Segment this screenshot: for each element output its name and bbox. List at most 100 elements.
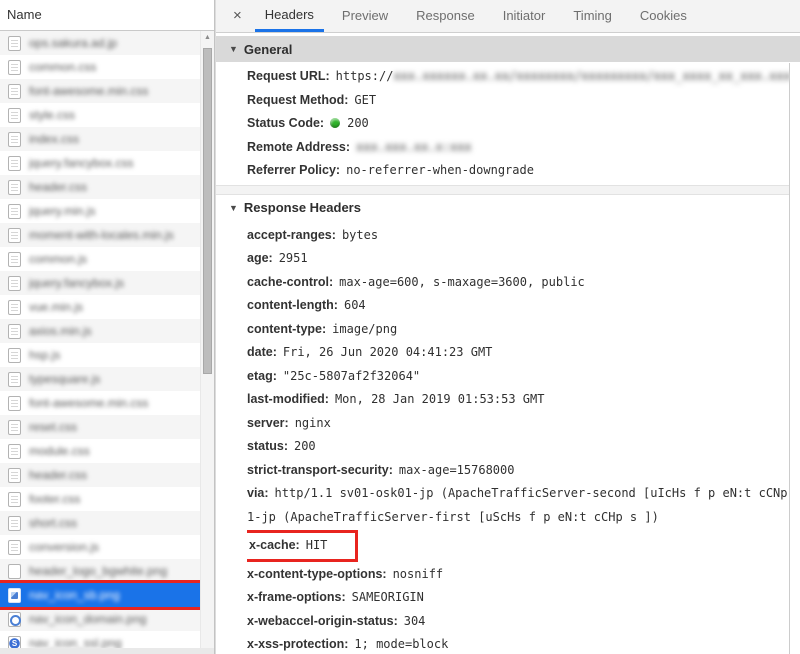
- header-field-etag: etag: "25c-5807af2f32064": [247, 365, 800, 389]
- network-request-row[interactable]: module.css: [0, 439, 200, 463]
- file-name: hsp.js: [29, 348, 60, 362]
- network-request-row[interactable]: hsp.js: [0, 343, 200, 367]
- sidebar-bottom-scroll-track[interactable]: [0, 648, 214, 654]
- network-request-row[interactable]: header.css: [0, 463, 200, 487]
- chevron-down-icon: ▼: [229, 44, 238, 54]
- header-name: via:: [247, 486, 269, 500]
- network-request-row[interactable]: common.js: [0, 247, 200, 271]
- redacted-value: xxx.xxx.xx.x:xxx: [356, 140, 472, 154]
- network-request-row[interactable]: index.css: [0, 127, 200, 151]
- tab-response[interactable]: Response: [406, 0, 485, 32]
- header-value: "25c-5807af2f32064": [283, 369, 420, 383]
- file-name: common.css: [29, 60, 96, 74]
- network-request-row[interactable]: short.css: [0, 511, 200, 535]
- network-request-row[interactable]: font-awesome.min.css: [0, 391, 200, 415]
- document-icon: [8, 252, 21, 267]
- document-icon: [8, 468, 21, 483]
- network-request-row[interactable]: typesquare.js: [0, 367, 200, 391]
- header-field-x-xss-protection: x-xss-protection:1; mode=block: [247, 633, 800, 654]
- network-request-row[interactable]: jquery.min.js: [0, 199, 200, 223]
- header-name: date:: [247, 345, 277, 359]
- response-headers-section-title: Response Headers: [244, 200, 361, 215]
- chevron-down-icon: ▼: [229, 203, 238, 213]
- header-name: etag:: [247, 369, 277, 383]
- file-name: jquery.min.js: [29, 204, 95, 218]
- image-thumbnail-icon: [8, 588, 21, 603]
- network-request-row[interactable]: font-awesome.min.css: [0, 79, 200, 103]
- file-name: header.css: [29, 468, 87, 482]
- general-section-header[interactable]: ▼ General: [216, 36, 800, 62]
- document-icon: [8, 228, 21, 243]
- header-field-content-length: content-length:604: [247, 294, 800, 318]
- close-icon[interactable]: ×: [224, 0, 251, 32]
- header-name: accept-ranges:: [247, 228, 336, 242]
- name-column-header[interactable]: Name: [0, 0, 214, 31]
- network-request-row[interactable]: vue.min.js: [0, 295, 200, 319]
- header-field-server: server:nginx: [247, 412, 800, 436]
- file-name: nav_icon_domain.png: [29, 612, 146, 626]
- network-request-row[interactable]: style.css: [0, 103, 200, 127]
- network-request-list: Name ops.sakura.ad.jp common.css font-awes…: [0, 0, 215, 654]
- file-name: header_logo_bgwhite.png: [29, 564, 167, 578]
- header-field-cache-control: cache-control:max-age=600, s-maxage=3600…: [247, 271, 800, 295]
- document-icon: [8, 348, 21, 363]
- tab-headers[interactable]: Headers: [255, 0, 324, 32]
- header-value: Fri, 26 Jun 2020 04:41:23 GMT: [283, 345, 493, 359]
- file-name: moment-with-locales.min.js: [29, 228, 174, 242]
- header-name: Request URL:: [247, 69, 330, 83]
- file-name: font-awesome.min.css: [29, 396, 148, 410]
- scroll-up-icon[interactable]: ▲: [201, 31, 214, 45]
- header-value: HIT: [306, 538, 328, 552]
- network-request-row[interactable]: nav_icon_domain.png: [0, 607, 200, 631]
- header-field-status: status:200: [247, 435, 800, 459]
- file-name: common.js: [29, 252, 87, 266]
- scrollbar-thumb[interactable]: [203, 48, 212, 374]
- header-value: GET: [354, 93, 376, 107]
- header-field-via: via:http/1.1 sv01-osk01-jp (ApacheTraffi…: [247, 482, 800, 529]
- file-name: typesquare.js: [29, 372, 100, 386]
- document-icon: [8, 180, 21, 195]
- sidebar-scrollbar[interactable]: ▲: [200, 31, 214, 648]
- network-request-row[interactable]: reset.css: [0, 415, 200, 439]
- tab-preview[interactable]: Preview: [332, 0, 398, 32]
- response-headers-section-header[interactable]: ▼ Response Headers: [216, 195, 800, 221]
- header-field-content-type: content-type:image/png: [247, 318, 800, 342]
- file-name: short.css: [29, 516, 77, 530]
- tab-initiator[interactable]: Initiator: [493, 0, 556, 32]
- network-request-row[interactable]: axios.min.js: [0, 319, 200, 343]
- header-field-strict-transport-security: strict-transport-security:max-age=157680…: [247, 459, 800, 483]
- network-request-row[interactable]: common.css: [0, 55, 200, 79]
- network-request-row[interactable]: jquery.fancybox.css: [0, 151, 200, 175]
- network-request-row[interactable]: header.css: [0, 175, 200, 199]
- header-name: x-cache:: [249, 538, 300, 552]
- response-header-rows: accept-ranges:bytesage:2951cache-control…: [216, 221, 800, 654]
- header-field-referrerpolicy: Referrer Policy:no-referrer-when-downgra…: [247, 159, 800, 183]
- header-value: max-age=600, s-maxage=3600, public: [339, 275, 585, 289]
- request-details-panel: × HeadersPreviewResponseInitiatorTimingC…: [215, 0, 800, 654]
- header-value: nosniff: [393, 567, 444, 581]
- tab-timing[interactable]: Timing: [563, 0, 622, 32]
- file-name: jquery.fancybox.js: [29, 276, 124, 290]
- header-name: Remote Address:: [247, 140, 350, 154]
- panel-scrollbar-gutter[interactable]: [789, 63, 800, 654]
- file-name: ops.sakura.ad.jp: [29, 36, 117, 50]
- file-name: nav_icon_sb.png: [29, 588, 120, 602]
- header-value: SAMEORIGIN: [352, 590, 424, 604]
- document-icon: [8, 324, 21, 339]
- file-name: axios.min.js: [29, 324, 92, 338]
- network-request-row[interactable]: moment-with-locales.min.js: [0, 223, 200, 247]
- header-name: Referrer Policy:: [247, 163, 340, 177]
- network-request-row[interactable]: ops.sakura.ad.jp: [0, 31, 200, 55]
- document-icon: [8, 372, 21, 387]
- tab-list: HeadersPreviewResponseInitiatorTimingCoo…: [251, 0, 701, 32]
- network-request-row[interactable]: header_logo_bgwhite.png: [0, 559, 200, 583]
- tab-cookies[interactable]: Cookies: [630, 0, 697, 32]
- network-request-row[interactable]: footer.css: [0, 487, 200, 511]
- network-request-row[interactable]: jquery.fancybox.js: [0, 271, 200, 295]
- document-icon: [8, 132, 21, 147]
- header-value: 200: [294, 439, 316, 453]
- network-request-row[interactable]: nav_icon_sb.png: [0, 583, 200, 607]
- document-icon: [8, 204, 21, 219]
- status-ok-icon: [330, 118, 340, 128]
- network-request-row[interactable]: conversion.js: [0, 535, 200, 559]
